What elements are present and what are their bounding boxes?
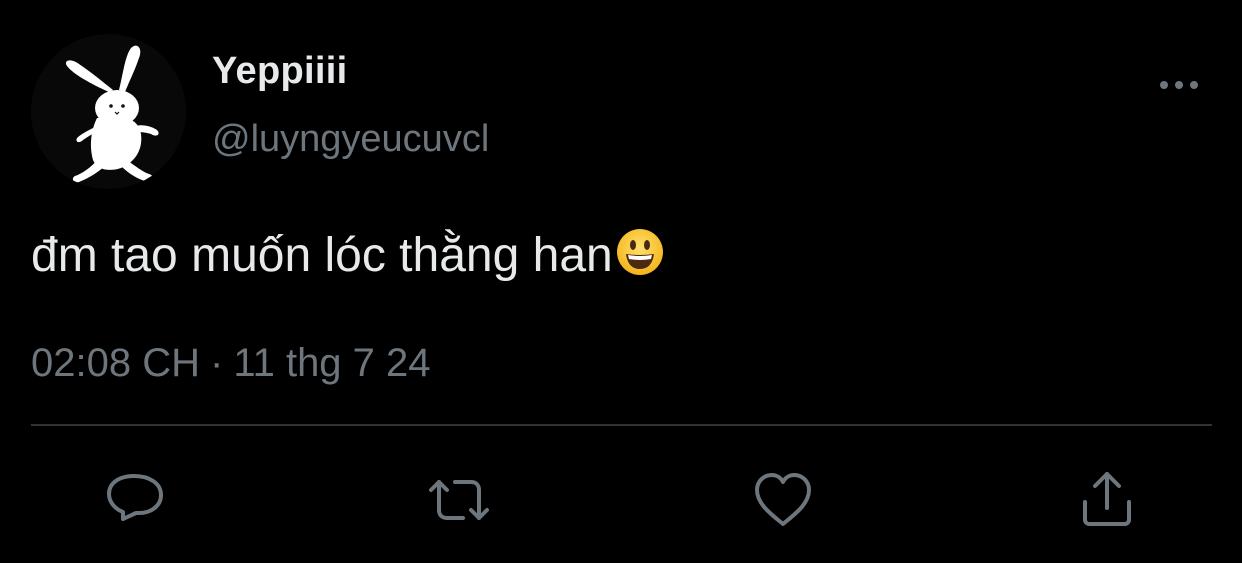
- like-button[interactable]: [751, 468, 815, 532]
- tweet-time: 02:08 CH: [31, 341, 200, 385]
- reply-button[interactable]: [103, 468, 167, 532]
- user-handle[interactable]: @luyngyeucuvcl: [212, 118, 489, 161]
- tweet-timestamp[interactable]: 02:08 CH · 11 thg 7 24: [31, 341, 431, 386]
- display-name[interactable]: Yeppiiii: [212, 50, 347, 93]
- meta-separator: ·: [209, 341, 224, 385]
- retweet-button[interactable]: [427, 468, 491, 532]
- avatar[interactable]: [31, 34, 186, 189]
- more-horizontal-icon: [1160, 81, 1198, 89]
- share-icon: [1083, 472, 1131, 526]
- retweet-icon: [429, 480, 489, 520]
- share-button[interactable]: [1075, 468, 1139, 532]
- more-options-button[interactable]: [1156, 70, 1202, 100]
- white-bunny-plush-icon: [65, 45, 159, 183]
- tweet-detail: Yeppiiii @luyngyeucuvcl đm tao muốn lóc …: [0, 0, 1242, 563]
- grinning-face-emoji-icon: [615, 227, 665, 277]
- tweet-date: 11 thg 7 24: [233, 341, 431, 385]
- tweet-text-content: đm tao muốn lóc thằng han: [31, 229, 613, 282]
- reply-icon: [107, 474, 163, 521]
- tweet-text: đm tao muốn lóc thằng han: [31, 227, 665, 283]
- divider: [31, 424, 1212, 426]
- heart-icon: [755, 473, 811, 526]
